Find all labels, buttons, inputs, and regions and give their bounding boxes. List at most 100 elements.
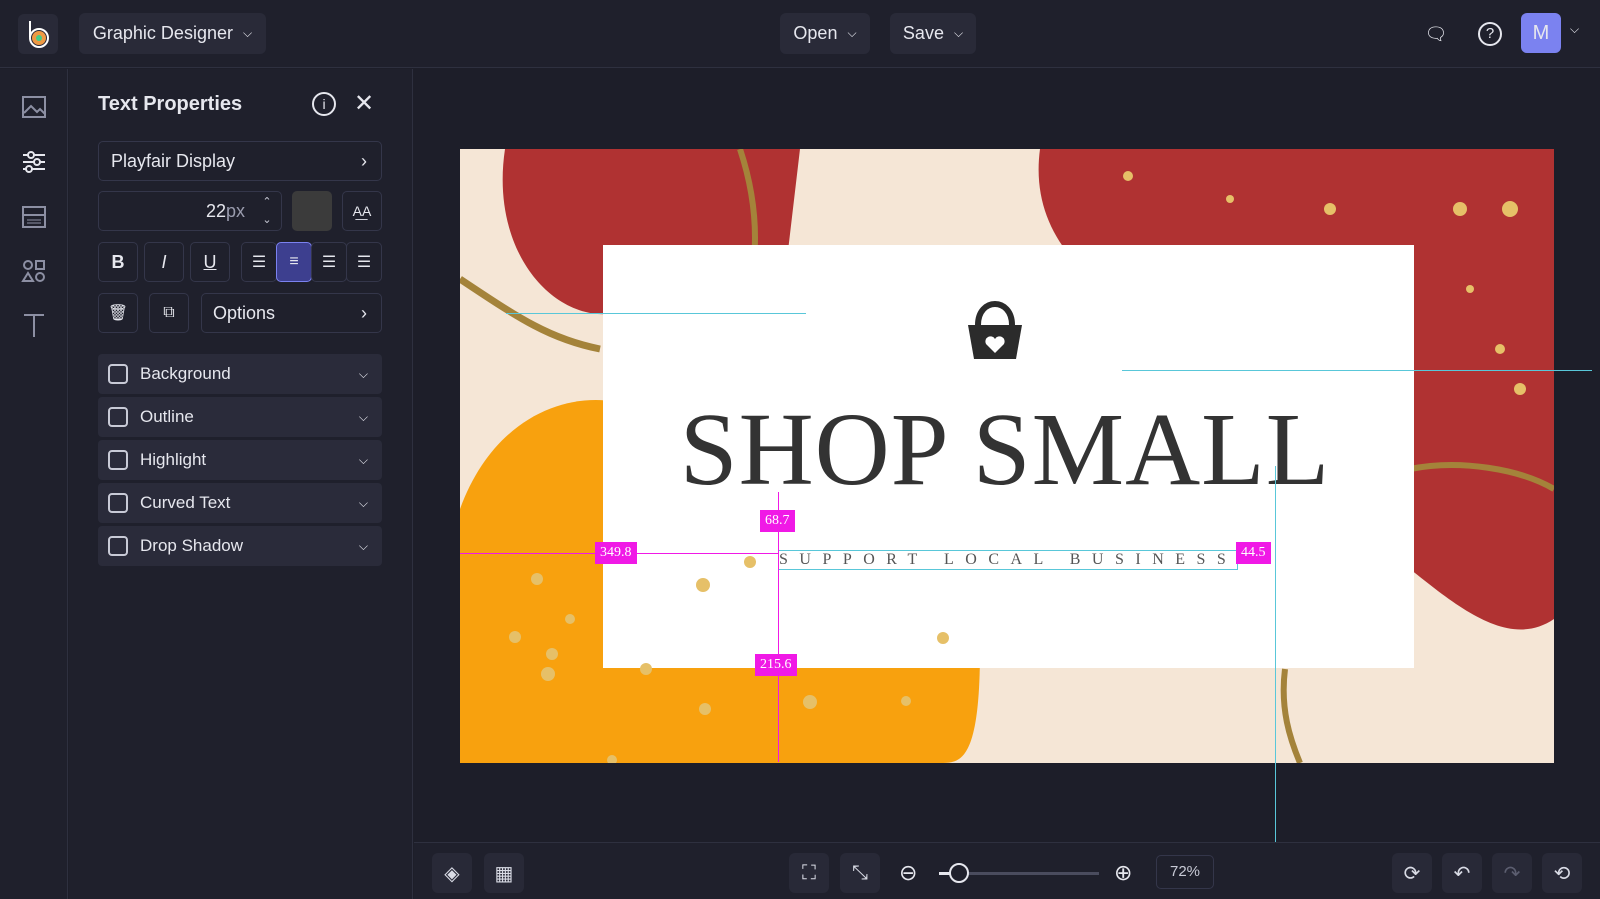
italic-button[interactable]: I xyxy=(144,242,184,282)
logo-icon xyxy=(29,21,49,48)
checkbox[interactable] xyxy=(108,364,128,384)
letter-spacing-icon: A͟A xyxy=(352,203,372,219)
workspace-label: Graphic Designer xyxy=(92,23,233,43)
font-size-stepper[interactable]: ⌃ ⌄ xyxy=(257,193,277,229)
trash-icon: 🗑 xyxy=(107,305,129,322)
help-icon: ? xyxy=(1478,22,1502,46)
avatar-initial: M xyxy=(1532,21,1550,44)
save-label: Save xyxy=(902,23,944,43)
align-center-button[interactable]: ≡ xyxy=(276,242,312,282)
avatar[interactable]: M xyxy=(1521,13,1561,53)
image-icon[interactable] xyxy=(20,93,48,121)
shrink-button[interactable]: ⤡ xyxy=(840,853,880,893)
section-background[interactable]: Background ⌵ xyxy=(98,354,382,394)
fit-screen-button[interactable]: ⛶ xyxy=(789,853,829,893)
section-curved-text[interactable]: Curved Text ⌵ xyxy=(98,483,382,523)
history-button[interactable]: ⟲ xyxy=(1542,853,1582,893)
justify-button[interactable]: ☰ xyxy=(346,242,382,282)
section-label: Highlight xyxy=(140,450,207,469)
history-icon: ⟲ xyxy=(1553,862,1571,885)
subtitle-text[interactable]: SUPPORT LOCAL BUSINESS xyxy=(778,550,1238,570)
options-label: Options xyxy=(213,302,276,323)
align-right-icon: ☰ xyxy=(321,254,337,271)
info-icon[interactable]: i xyxy=(312,92,336,116)
options-button[interactable]: Options › xyxy=(201,293,382,333)
chevron-down-icon: ⌵ xyxy=(242,26,253,40)
chevron-down-icon: ⌵ xyxy=(847,26,857,40)
zoom-level[interactable]: 72% xyxy=(1156,855,1214,889)
underline-icon: U xyxy=(203,251,217,272)
snap-guide xyxy=(506,313,806,314)
chevron-down-icon: ⌵ xyxy=(358,538,368,553)
font-size-value: 22 xyxy=(205,200,226,221)
checkbox[interactable] xyxy=(108,407,128,427)
underline-button[interactable]: U xyxy=(190,242,230,282)
zoom-slider-handle[interactable] xyxy=(949,863,969,883)
bottom-toolbar: ◈ ▦ ⛶ ⤡ ⊖ ⊕ 72% ⟳ ↶ ↷ ⟲ xyxy=(414,842,1600,899)
chevron-down-icon: ⌵ xyxy=(358,452,368,467)
account-chevron-icon[interactable]: ⌵ xyxy=(1570,22,1579,37)
text-color-swatch[interactable] xyxy=(292,191,332,231)
help-button[interactable]: ? xyxy=(1470,14,1510,54)
top-bar: Graphic Designer ⌵ Open ⌵ Save ⌵ 🗨 ? M ⌵ xyxy=(0,0,1600,68)
comment-icon: 🗨 xyxy=(1424,23,1448,44)
zoom-out-icon[interactable]: ⊖ xyxy=(899,860,917,886)
font-family-select[interactable]: Playfair Display › xyxy=(98,141,382,181)
chevron-down-icon: ⌵ xyxy=(358,495,368,510)
justify-icon: ☰ xyxy=(356,254,372,271)
text-tool-icon[interactable] xyxy=(20,311,48,339)
italic-icon: I xyxy=(161,251,167,272)
undo-icon: ↶ xyxy=(1453,862,1471,885)
refresh-icon: ⟳ xyxy=(1403,862,1421,885)
comments-button[interactable]: 🗨 xyxy=(1416,14,1456,54)
delete-button[interactable]: 🗑 xyxy=(98,293,138,333)
zoom-slider[interactable] xyxy=(939,863,1099,883)
align-left-button[interactable]: ☰ xyxy=(241,242,277,282)
font-family-label: Playfair Display xyxy=(111,150,236,171)
shapes-icon[interactable] xyxy=(20,257,48,285)
align-right-button[interactable]: ☰ xyxy=(311,242,347,282)
undo-button[interactable]: ↶ xyxy=(1442,853,1482,893)
duplicate-button[interactable]: ⧉ xyxy=(149,293,189,333)
font-size-unit: px xyxy=(225,200,245,221)
section-highlight[interactable]: Highlight ⌵ xyxy=(98,440,382,480)
bold-button[interactable]: B xyxy=(98,242,138,282)
measure-bottom: 215.6 xyxy=(755,654,797,676)
section-outline[interactable]: Outline ⌵ xyxy=(98,397,382,437)
open-button[interactable]: Open ⌵ xyxy=(780,13,870,54)
chevron-down-icon: ⌵ xyxy=(953,26,964,40)
snap-guide xyxy=(1122,370,1592,371)
checkbox[interactable] xyxy=(108,536,128,556)
grid-button[interactable]: ▦ xyxy=(484,853,524,893)
chevron-right-icon: › xyxy=(361,150,367,171)
workspace-dropdown[interactable]: Graphic Designer ⌵ xyxy=(79,13,266,54)
measure-guide xyxy=(778,492,779,762)
close-icon[interactable]: ✕ xyxy=(354,89,374,118)
redo-button[interactable]: ↷ xyxy=(1492,853,1532,893)
adjustments-icon[interactable] xyxy=(20,148,48,176)
align-center-icon: ≡ xyxy=(289,253,299,270)
chevron-down-icon: ⌵ xyxy=(358,409,368,424)
checkbox[interactable] xyxy=(108,493,128,513)
align-left-icon: ☰ xyxy=(251,254,267,271)
save-button[interactable]: Save ⌵ xyxy=(890,13,976,54)
layout-icon[interactable] xyxy=(20,203,48,231)
reset-button[interactable]: ⟳ xyxy=(1392,853,1432,893)
font-size-input[interactable]: 22 px xyxy=(98,191,282,231)
chevron-down-icon: ⌵ xyxy=(358,366,368,381)
checkbox[interactable] xyxy=(108,450,128,470)
zoom-in-icon[interactable]: ⊕ xyxy=(1114,860,1132,886)
layers-icon: ◈ xyxy=(444,862,460,885)
letter-spacing-button[interactable]: A͟A xyxy=(342,191,382,231)
open-label: Open xyxy=(793,23,838,43)
tool-rail xyxy=(0,69,68,899)
measure-right: 44.5 xyxy=(1236,542,1271,564)
collapse-icon: ⤡ xyxy=(852,861,868,884)
layers-button[interactable]: ◈ xyxy=(432,853,472,893)
section-drop-shadow[interactable]: Drop Shadow ⌵ xyxy=(98,526,382,566)
redo-icon: ↷ xyxy=(1503,862,1521,885)
logo[interactable] xyxy=(18,14,58,54)
grid-icon: ▦ xyxy=(494,862,514,885)
duplicate-icon: ⧉ xyxy=(163,304,175,321)
headline-text[interactable]: SHOP SMALL xyxy=(600,390,1410,509)
